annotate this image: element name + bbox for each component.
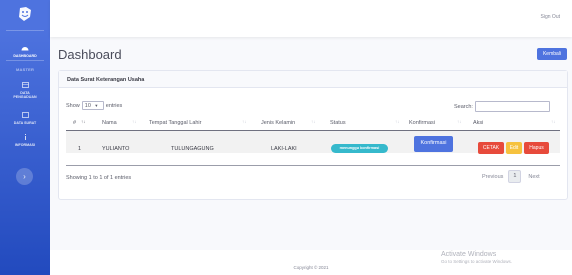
status-badge: menunggu konfirmasi [331,144,388,153]
folder-icon [0,112,50,121]
sidebar-toggle-button[interactable]: › [16,168,33,185]
sort-icon: ↑↓ [395,119,400,124]
sidebar-item-informasi[interactable]: Informasi [0,134,50,147]
cetak-button[interactable]: CETAK [478,142,504,154]
cell-ttl: TULUNGAGUNG [171,146,214,152]
card-header: Data Surat Keterangan Usaha [59,71,567,88]
column-header-nama[interactable]: Nama [102,120,117,126]
page-title: Dashboard [58,47,122,62]
activate-windows-watermark: Activate Windows Go to Settings to activ… [441,250,512,265]
sort-icon: ↑↓ [551,119,556,124]
copyright-text: Copyright © 2021 [293,265,329,270]
data-card: Data Surat Keterangan Usaha Show 10 ▼ en… [58,70,568,200]
sidebar-item-label: Data Pengaduan [13,91,37,100]
topbar: Sign Out [50,0,572,37]
entries-select-value: 10 [84,103,91,109]
table-icon [0,82,50,91]
cell-jenis-kelamin: LAKI-LAKI [271,146,297,152]
table-info: Showing 1 to 1 of 1 entries [66,175,132,181]
sidebar-item-dashboard[interactable]: Dashboard [0,44,50,58]
sidebar-item-label: Dashboard [13,54,37,58]
konfirmasi-button[interactable]: Konfirmasi [414,136,453,152]
previous-page-button[interactable]: Previous [482,174,503,180]
laugh-wink-icon[interactable] [17,6,33,22]
column-header-status[interactable]: Status [330,120,346,126]
column-header-ttl[interactable]: Tempat Tanggal Lahir [149,120,202,126]
show-label: Show [66,102,80,109]
search-input[interactable] [474,101,550,112]
sort-icon: ↑↓ [457,119,462,124]
card-title: Data Surat Keterangan Usaha [67,77,145,83]
table-bottom-divider [66,165,560,166]
sort-asc-icon: ↑↓ [81,119,86,124]
sidebar: Dashboard MASTER Data Pengaduan Data Sur… [0,0,50,275]
sidebar-divider [6,60,44,61]
sidebar-divider [6,30,44,31]
cell-no: 1 [78,146,82,152]
sort-icon: ↑↓ [132,119,137,124]
entries-length-control: Show 10 ▼ entries [66,101,122,110]
pagination: Previous 1 Next [482,170,540,183]
sidebar-heading: MASTER [15,67,35,72]
info-icon [0,134,50,143]
chevron-down-icon: ▼ [94,103,99,108]
sidebar-item-label: Data Surat [13,121,37,125]
column-header-aksi[interactable]: Aksi [473,120,483,126]
sign-out-link[interactable]: Sign Out [541,14,560,20]
sidebar-item-data-pengaduan[interactable]: Data Pengaduan [0,82,50,100]
search-label: Search: [454,103,473,110]
column-header-konfirmasi[interactable]: Konfirmasi [409,120,435,126]
hapus-button[interactable]: Hapus [524,142,549,154]
search-control: Search: [454,101,550,112]
sort-icon: ↑↓ [242,119,247,124]
column-header-jenis-kelamin[interactable]: Jenis Kelamin [261,120,295,126]
sidebar-item-data-surat[interactable]: Data Surat [0,112,50,125]
sort-icon: ↑↓ [311,119,316,124]
entries-select[interactable]: 10 ▼ [81,101,104,110]
back-button[interactable]: Kembali [537,48,567,60]
chevron-right-icon: › [23,172,26,181]
watermark-title: Activate Windows [441,251,497,258]
watermark-subtitle: Go to Settings to activate Windows. [441,259,513,264]
tachometer-icon [0,44,50,54]
column-header-no[interactable]: # [73,120,76,126]
cell-nama: YULIANTO [102,146,130,152]
entries-label: entries [105,102,123,109]
page-1-button[interactable]: 1 [508,170,522,183]
next-page-button[interactable]: Next [528,174,539,180]
sidebar-item-label: Informasi [14,143,36,147]
edit-button[interactable]: Edit [506,142,522,154]
